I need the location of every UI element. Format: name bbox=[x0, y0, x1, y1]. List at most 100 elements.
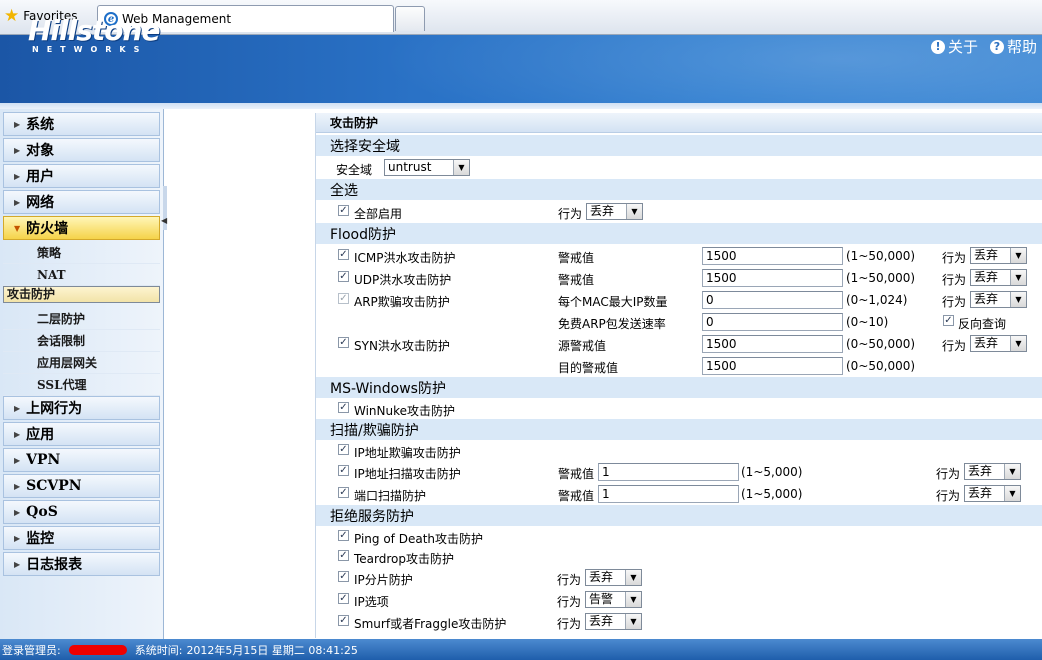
free-arp-rate-input[interactable]: 0 bbox=[702, 313, 843, 331]
udp-threshold-label: 警戒值 bbox=[558, 273, 595, 287]
free-arp-rate-label: 免费ARP包发送速率 bbox=[558, 317, 666, 331]
max-ip-per-mac-label: 每个MAC最大IP数量 bbox=[558, 295, 668, 309]
sidebar-subitem-alg[interactable]: 应用层网关 bbox=[3, 352, 160, 374]
arp-spoof-checkbox[interactable]: ✓ bbox=[338, 293, 349, 304]
ip-scan-action-select[interactable]: 丢弃 ▼ bbox=[964, 463, 1021, 480]
system-time-label: 系统时间: bbox=[134, 643, 183, 657]
arp-action-select[interactable]: 丢弃 ▼ bbox=[970, 291, 1027, 308]
action-label: 行为 bbox=[936, 489, 961, 503]
syn-src-range: (0~50,000) bbox=[846, 337, 916, 351]
icmp-threshold-input[interactable]: 1500 bbox=[702, 247, 843, 265]
action-label: 行为 bbox=[557, 595, 582, 609]
icmp-threshold-label: 警戒值 bbox=[558, 251, 595, 265]
icmp-flood-checkbox[interactable]: ✓ bbox=[338, 249, 349, 260]
help-label: 帮助 bbox=[1007, 38, 1038, 56]
action-select-value: 丢弃 bbox=[974, 292, 999, 306]
sidebar-item-qos[interactable]: ▶ QoS bbox=[3, 500, 160, 524]
sidebar-subitem-attack-defense[interactable]: 攻击防护 bbox=[3, 286, 160, 303]
section-scan-spoof: 扫描/欺骗防护 bbox=[316, 419, 1042, 440]
sidebar-subitem-label: SSL代理 bbox=[37, 378, 87, 392]
action-label: 行为 bbox=[942, 295, 967, 309]
sidebar-item-label: QoS bbox=[26, 504, 58, 520]
free-arp-range: (0~10) bbox=[846, 315, 889, 329]
sidebar-subitem-policy[interactable]: 策略 bbox=[3, 242, 160, 264]
sidebar-item-monitor[interactable]: ▶ 监控 bbox=[3, 526, 160, 550]
icmp-action-select[interactable]: 丢弃 ▼ bbox=[970, 247, 1027, 264]
sidebar-subitem-ssl-proxy[interactable]: SSL代理 bbox=[3, 374, 160, 396]
smurf-fraggle-checkbox[interactable]: ✓ bbox=[338, 615, 349, 626]
sidebar-subitem-label: NAT bbox=[37, 267, 66, 282]
dropdown-arrow-icon: ▼ bbox=[1004, 486, 1020, 501]
ip-option-action-select[interactable]: 告警 ▼ bbox=[585, 591, 642, 608]
status-bar: 登录管理员: 系统时间: 2012年5月15日 星期二 08:41:25 bbox=[0, 639, 1042, 660]
ip-fragment-action-select[interactable]: 丢弃 ▼ bbox=[585, 569, 642, 586]
sidebar-item-network[interactable]: ▶ 网络 bbox=[3, 190, 160, 214]
sidebar-item-firewall[interactable]: ▼ 防火墙 bbox=[3, 216, 160, 240]
help-link[interactable]: ? 帮助 bbox=[990, 36, 1037, 57]
ip-scan-range: (1~5,000) bbox=[741, 465, 803, 479]
syn-action-select[interactable]: 丢弃 ▼ bbox=[970, 335, 1027, 352]
chevron-right-icon: ▶ bbox=[14, 145, 21, 155]
ping-of-death-checkbox[interactable]: ✓ bbox=[338, 530, 349, 541]
sidebar: ▶ 系统 ▶ 对象 ▶ 用户 ▶ 网络 ▼ 防火墙 策略 NAT 攻击防护 二层防护 会话… bbox=[0, 109, 164, 639]
sidebar-subitem-nat[interactable]: NAT bbox=[3, 264, 160, 286]
dropdown-arrow-icon: ▼ bbox=[625, 592, 641, 607]
syn-dst-range: (0~50,000) bbox=[846, 359, 916, 373]
ip-scan-checkbox[interactable]: ✓ bbox=[338, 465, 349, 476]
sidebar-subitem-l2-defense[interactable]: 二层防护 bbox=[3, 308, 160, 330]
enable-all-action-select[interactable]: 丢弃 ▼ bbox=[586, 203, 643, 220]
dropdown-arrow-icon: ▼ bbox=[625, 614, 641, 629]
sidebar-item-user[interactable]: ▶ 用户 bbox=[3, 164, 160, 188]
action-select-value: 丢弃 bbox=[589, 570, 614, 584]
panel-title: 攻击防护 bbox=[316, 113, 1042, 133]
udp-flood-checkbox[interactable]: ✓ bbox=[338, 271, 349, 282]
udp-action-select[interactable]: 丢弃 ▼ bbox=[970, 269, 1027, 286]
ip-scan-label: IP地址扫描攻击防护 bbox=[354, 467, 461, 481]
dropdown-arrow-icon: ▼ bbox=[1010, 336, 1026, 351]
zone-label: 安全域 bbox=[336, 163, 373, 177]
dropdown-arrow-icon: ▼ bbox=[453, 160, 469, 175]
sidebar-item-object[interactable]: ▶ 对象 bbox=[3, 138, 160, 162]
reverse-query-checkbox[interactable]: ✓ bbox=[943, 315, 954, 326]
ip-scan-threshold-input[interactable]: 1 bbox=[598, 463, 739, 481]
about-link[interactable]: ! 关于 bbox=[931, 36, 978, 57]
action-select-value: 丢弃 bbox=[590, 204, 615, 218]
syn-src-threshold-input[interactable]: 1500 bbox=[702, 335, 843, 353]
winnuke-checkbox[interactable]: ✓ bbox=[338, 402, 349, 413]
ip-option-checkbox[interactable]: ✓ bbox=[338, 593, 349, 604]
max-ip-per-mac-input[interactable]: 0 bbox=[702, 291, 843, 309]
help-icon: ? bbox=[990, 39, 1004, 54]
udp-threshold-input[interactable]: 1500 bbox=[702, 269, 843, 287]
chevron-right-icon: ▶ bbox=[14, 403, 21, 413]
sidebar-item-label: 网络 bbox=[26, 195, 55, 211]
ip-fragment-checkbox[interactable]: ✓ bbox=[338, 571, 349, 582]
chevron-right-icon: ▶ bbox=[14, 481, 21, 491]
zone-select[interactable]: untrust ▼ bbox=[384, 159, 470, 176]
port-scan-threshold-input[interactable]: 1 bbox=[598, 485, 739, 503]
ip-fragment-label: IP分片防护 bbox=[354, 573, 413, 587]
sidebar-item-vpn[interactable]: ▶ VPN bbox=[3, 448, 160, 472]
action-label: 行为 bbox=[557, 573, 582, 587]
sidebar-item-scvpn[interactable]: ▶ SCVPN bbox=[3, 474, 160, 498]
chevron-right-icon: ▶ bbox=[14, 197, 21, 207]
section-zone: 选择安全域 bbox=[316, 135, 1042, 156]
sidebar-item-application[interactable]: ▶ 应用 bbox=[3, 422, 160, 446]
syn-dst-threshold-input[interactable]: 1500 bbox=[702, 357, 843, 375]
sidebar-subitem-session-limit[interactable]: 会话限制 bbox=[3, 330, 160, 352]
sidebar-item-system[interactable]: ▶ 系统 bbox=[3, 112, 160, 136]
port-scan-checkbox[interactable]: ✓ bbox=[338, 487, 349, 498]
smurf-fraggle-action-select[interactable]: 丢弃 ▼ bbox=[585, 613, 642, 630]
sidebar-item-label: 对象 bbox=[26, 143, 55, 159]
collapse-arrow-icon[interactable]: ◀ bbox=[161, 216, 167, 225]
sidebar-item-logs-reports[interactable]: ▶ 日志报表 bbox=[3, 552, 160, 576]
sidebar-item-label: 上网行为 bbox=[26, 401, 83, 417]
dropdown-arrow-icon: ▼ bbox=[1010, 270, 1026, 285]
syn-flood-checkbox[interactable]: ✓ bbox=[338, 337, 349, 348]
port-scan-action-select[interactable]: 丢弃 ▼ bbox=[964, 485, 1021, 502]
chevron-right-icon: ▶ bbox=[14, 171, 21, 181]
enable-all-checkbox[interactable]: ✓ bbox=[338, 205, 349, 216]
ip-spoof-checkbox[interactable]: ✓ bbox=[338, 444, 349, 455]
sidebar-item-web-behavior[interactable]: ▶ 上网行为 bbox=[3, 396, 160, 420]
teardrop-checkbox[interactable]: ✓ bbox=[338, 550, 349, 561]
new-tab-button[interactable] bbox=[395, 6, 425, 31]
